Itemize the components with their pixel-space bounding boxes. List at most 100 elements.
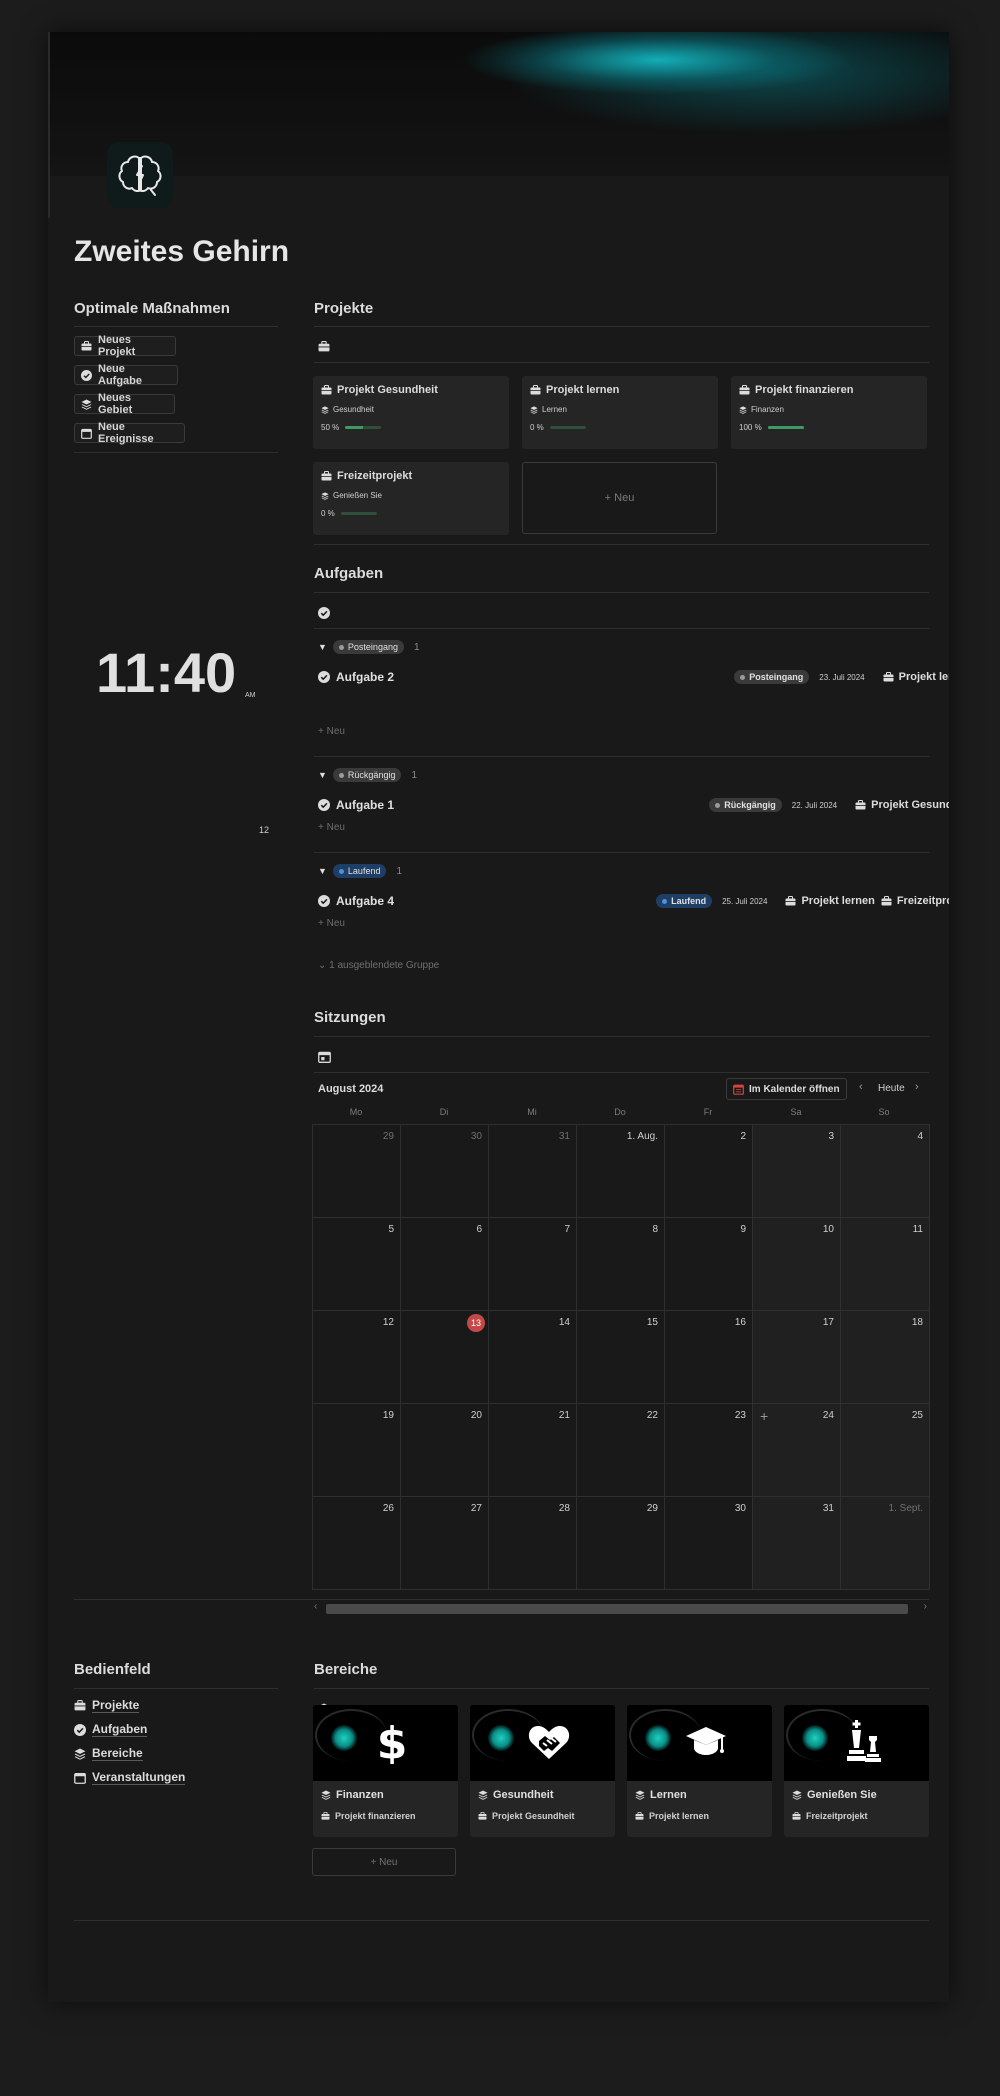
calendar-day-cell[interactable]: 10: [753, 1218, 841, 1311]
calendar-day-cell[interactable]: 18: [841, 1311, 930, 1404]
briefcase-icon: [881, 896, 892, 906]
calendar-day-cell[interactable]: 30: [665, 1497, 753, 1590]
new-area-card[interactable]: + Neu: [312, 1848, 456, 1876]
layers-icon: [635, 1790, 645, 1800]
chevron-right-icon[interactable]: ›: [915, 1081, 919, 1093]
calendar-day-cell[interactable]: 27: [401, 1497, 489, 1590]
add-event-plus-icon[interactable]: +: [760, 1408, 768, 1424]
new-task-row[interactable]: + Neu: [318, 822, 345, 833]
scroll-right-icon[interactable]: ›: [924, 1601, 927, 1612]
open-calendar-button[interactable]: Im Kalender öffnen: [726, 1078, 847, 1100]
task-project-link[interactable]: Freizeitprojekt: [881, 895, 949, 907]
calendar-day-cell[interactable]: 5: [313, 1218, 401, 1311]
calendar-day-cell[interactable]: 30: [401, 1125, 489, 1218]
calendar-day-cell[interactable]: 15: [577, 1311, 665, 1404]
task-row[interactable]: Aufgabe 1 Rückgängig 22. Juli 2024 Proje…: [318, 796, 949, 816]
project-card[interactable]: Freizeitprojekt Genießen Sie 0 %: [313, 462, 509, 535]
briefcase-icon[interactable]: [318, 341, 332, 355]
calendar-day-cell[interactable]: 13: [401, 1311, 489, 1404]
brain-icon[interactable]: [107, 142, 173, 208]
task-row[interactable]: Aufgabe 4 Laufend 25. Juli 2024 Projekt …: [318, 892, 949, 912]
nav-link-projekte[interactable]: Projekte: [74, 1698, 140, 1713]
scrollbar-thumb[interactable]: [326, 1604, 908, 1614]
nav-link-veranstaltungen[interactable]: Veranstaltungen: [74, 1770, 186, 1785]
calendar-day-cell[interactable]: 4: [841, 1125, 930, 1218]
task-name: Aufgabe 1: [318, 798, 394, 812]
calendar-day-cell[interactable]: 28: [489, 1497, 577, 1590]
new-task-button[interactable]: Neue Aufgabe: [74, 363, 178, 387]
group-header-posteingang[interactable]: ▼ Posteingang 1: [318, 640, 420, 654]
calendar-day-cell[interactable]: 6: [401, 1218, 489, 1311]
new-project-button[interactable]: Neues Projekt: [74, 334, 176, 358]
calendar-day-cell[interactable]: 22: [577, 1404, 665, 1497]
layers-icon: [74, 1748, 86, 1760]
calendar-day-cell[interactable]: 29: [313, 1125, 401, 1218]
task-project-link[interactable]: Projekt lernen: [785, 895, 875, 907]
area-card[interactable]: Gesundheit Projekt Gesundheit: [470, 1705, 615, 1837]
check-circle-icon[interactable]: [318, 607, 332, 621]
new-task-row[interactable]: + Neu: [318, 918, 345, 929]
calendar-day-cell[interactable]: 7: [489, 1218, 577, 1311]
group-header-laufend[interactable]: ▼ Laufend 1: [318, 864, 402, 878]
collapse-triangle-icon[interactable]: ▼: [318, 866, 327, 876]
progress-label: 50 %: [321, 423, 340, 432]
calendar-day-cell[interactable]: 21: [489, 1404, 577, 1497]
scroll-left-icon[interactable]: ‹: [314, 1601, 317, 1612]
area-card[interactable]: $ Finanzen Projekt finanzieren: [313, 1705, 458, 1837]
calendar-day-cell[interactable]: 1. Sept.: [841, 1497, 930, 1590]
group-header-rueckgaengig[interactable]: ▼ Rückgängig 1: [318, 768, 417, 782]
calendar-day-cell[interactable]: 11: [841, 1218, 930, 1311]
today-button[interactable]: Heute: [878, 1083, 905, 1094]
calendar-day-cell[interactable]: 8: [577, 1218, 665, 1311]
nav-link-bereiche[interactable]: Bereiche: [74, 1746, 143, 1761]
chevron-left-icon[interactable]: ‹: [859, 1081, 863, 1093]
project-name: Projekt lernen: [546, 384, 620, 396]
calendar-day-number: 16: [734, 1317, 746, 1328]
task-row[interactable]: Aufgabe 2 Posteingang 23. Juli 2024 Proj…: [318, 668, 949, 688]
calendar-day-cell[interactable]: 14: [489, 1311, 577, 1404]
briefcase-icon: [855, 800, 866, 810]
hidden-group-toggle[interactable]: ⌄ 1 ausgeblendete Gruppe: [318, 960, 439, 971]
calendar-day-cell[interactable]: 12: [313, 1311, 401, 1404]
calendar-day-cell[interactable]: 19: [313, 1404, 401, 1497]
calendar-day-cell[interactable]: 20: [401, 1404, 489, 1497]
area-project-label: Projekt Gesundheit: [492, 1811, 575, 1821]
new-task-row[interactable]: + Neu: [318, 726, 345, 737]
horizontal-scrollbar[interactable]: ‹ ›: [312, 1601, 929, 1614]
nav-link-aufgaben[interactable]: Aufgaben: [74, 1722, 148, 1737]
calendar-day-cell[interactable]: 31: [489, 1125, 577, 1218]
task-project-link[interactable]: Projekt lernen: [883, 671, 949, 683]
calendar-day-cell[interactable]: 16: [665, 1311, 753, 1404]
new-event-button[interactable]: Neue Ereignisse: [74, 421, 185, 445]
calendar-day-cell[interactable]: 9: [665, 1218, 753, 1311]
new-project-card[interactable]: + Neu: [522, 462, 717, 534]
new-area-button[interactable]: Neues Gebiet: [74, 392, 175, 416]
calendar-day-cell[interactable]: 31: [753, 1497, 841, 1590]
calendar-day-cell[interactable]: 3: [753, 1125, 841, 1218]
calendar-day-cell[interactable]: 26: [313, 1497, 401, 1590]
task-properties: Posteingang 23. Juli 2024 Projekt lernen: [734, 670, 949, 684]
calendar-day-cell[interactable]: 17: [753, 1311, 841, 1404]
calendar-icon[interactable]: [318, 1051, 332, 1065]
weekday-label: Di: [439, 1107, 449, 1117]
project-card[interactable]: Projekt Gesundheit Gesundheit 50 %: [313, 376, 509, 449]
project-area-label: Finanzen: [751, 405, 784, 414]
collapse-triangle-icon[interactable]: ▼: [318, 642, 327, 652]
calendar-day-cell[interactable]: 23: [665, 1404, 753, 1497]
layers-icon: [81, 399, 92, 410]
collapse-triangle-icon[interactable]: ▼: [318, 770, 327, 780]
project-card[interactable]: Projekt finanzieren Finanzen 100 %: [731, 376, 927, 449]
calendar-day-cell[interactable]: 1. Aug.: [577, 1125, 665, 1218]
calendar-day-cell[interactable]: 25: [841, 1404, 930, 1497]
calendar-day-number: 30: [470, 1131, 482, 1142]
task-project-link[interactable]: Projekt Gesundheit: [855, 799, 949, 811]
status-dot: [338, 644, 344, 650]
project-card[interactable]: Projekt lernen Lernen 0 %: [522, 376, 718, 449]
area-card[interactable]: Lernen Projekt lernen: [627, 1705, 772, 1837]
project-card-title: Projekt finanzieren: [739, 384, 853, 396]
calendar-day-cell[interactable]: 2: [665, 1125, 753, 1218]
calendar-day-cell[interactable]: 29: [577, 1497, 665, 1590]
area-card[interactable]: Genießen Sie Freizeitprojekt: [784, 1705, 929, 1837]
calendar-day-number: 9: [740, 1224, 746, 1235]
cover-image[interactable]: [48, 32, 949, 176]
